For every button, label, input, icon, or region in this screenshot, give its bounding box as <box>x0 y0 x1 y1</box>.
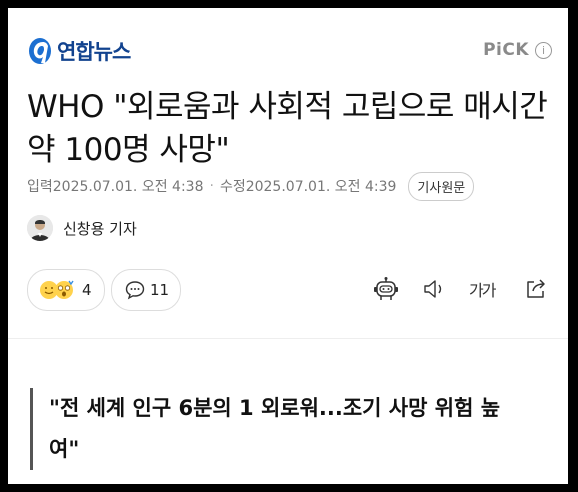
speaker-icon <box>424 280 442 298</box>
reaction-button[interactable]: 4 <box>27 269 105 311</box>
action-bar: 4 11 가가 <box>27 269 552 311</box>
section-divider <box>8 338 568 339</box>
input-label: 입력 <box>27 179 53 195</box>
article-dateline: 입력 2025.07.01. 오전 4:38 · 수정 2025.07.01. … <box>27 171 558 201</box>
emoji-reaction-icon <box>40 280 74 299</box>
yonhap-logo[interactable]: 연합뉴스 <box>27 36 131 66</box>
pick-badge[interactable]: PiCK i <box>483 40 552 60</box>
pick-label: PiCK <box>483 40 529 60</box>
robot-icon <box>374 277 398 300</box>
share-icon <box>527 279 545 298</box>
article-title: WHO "외로움과 사회적 고립으로 매시간 약 100명 사망" <box>27 89 548 168</box>
font-size-label: 가가 <box>469 281 496 300</box>
comment-button[interactable]: 11 <box>111 269 181 311</box>
modified-label: 수정 <box>219 179 246 195</box>
comment-count: 11 <box>150 281 170 299</box>
reporter[interactable]: 신창용 기자 <box>27 215 137 241</box>
header: 연합뉴스 PiCK i <box>27 36 552 70</box>
ai-summary-button[interactable] <box>372 277 400 301</box>
comment-icon <box>125 281 145 300</box>
article-subheading-quote: "전 세계 인구 6분의 1 외로워...조기 사망 위험 높여" <box>30 388 529 470</box>
dateline-separator: · <box>209 178 214 194</box>
yonhap-logo-icon <box>29 38 51 64</box>
article-page: 연합뉴스 PiCK i WHO "외로움과 사회적 고립으로 매시간 약 100… <box>8 8 568 484</box>
logo-text: 연합뉴스 <box>57 40 131 64</box>
modified-date: 2025.07.01. 오전 4:39 <box>245 179 397 195</box>
reporter-name: 신창용 기자 <box>63 219 137 238</box>
original-article-button[interactable]: 기사원문 <box>408 171 475 201</box>
person-icon <box>27 215 53 241</box>
listen-button[interactable] <box>422 277 448 301</box>
reporter-avatar <box>27 215 53 241</box>
info-icon[interactable]: i <box>535 41 552 59</box>
reaction-count: 4 <box>82 281 92 299</box>
input-date: 2025.07.01. 오전 4:38 <box>52 179 204 195</box>
share-button[interactable] <box>524 277 548 301</box>
font-size-button[interactable]: 가가 <box>469 277 496 301</box>
